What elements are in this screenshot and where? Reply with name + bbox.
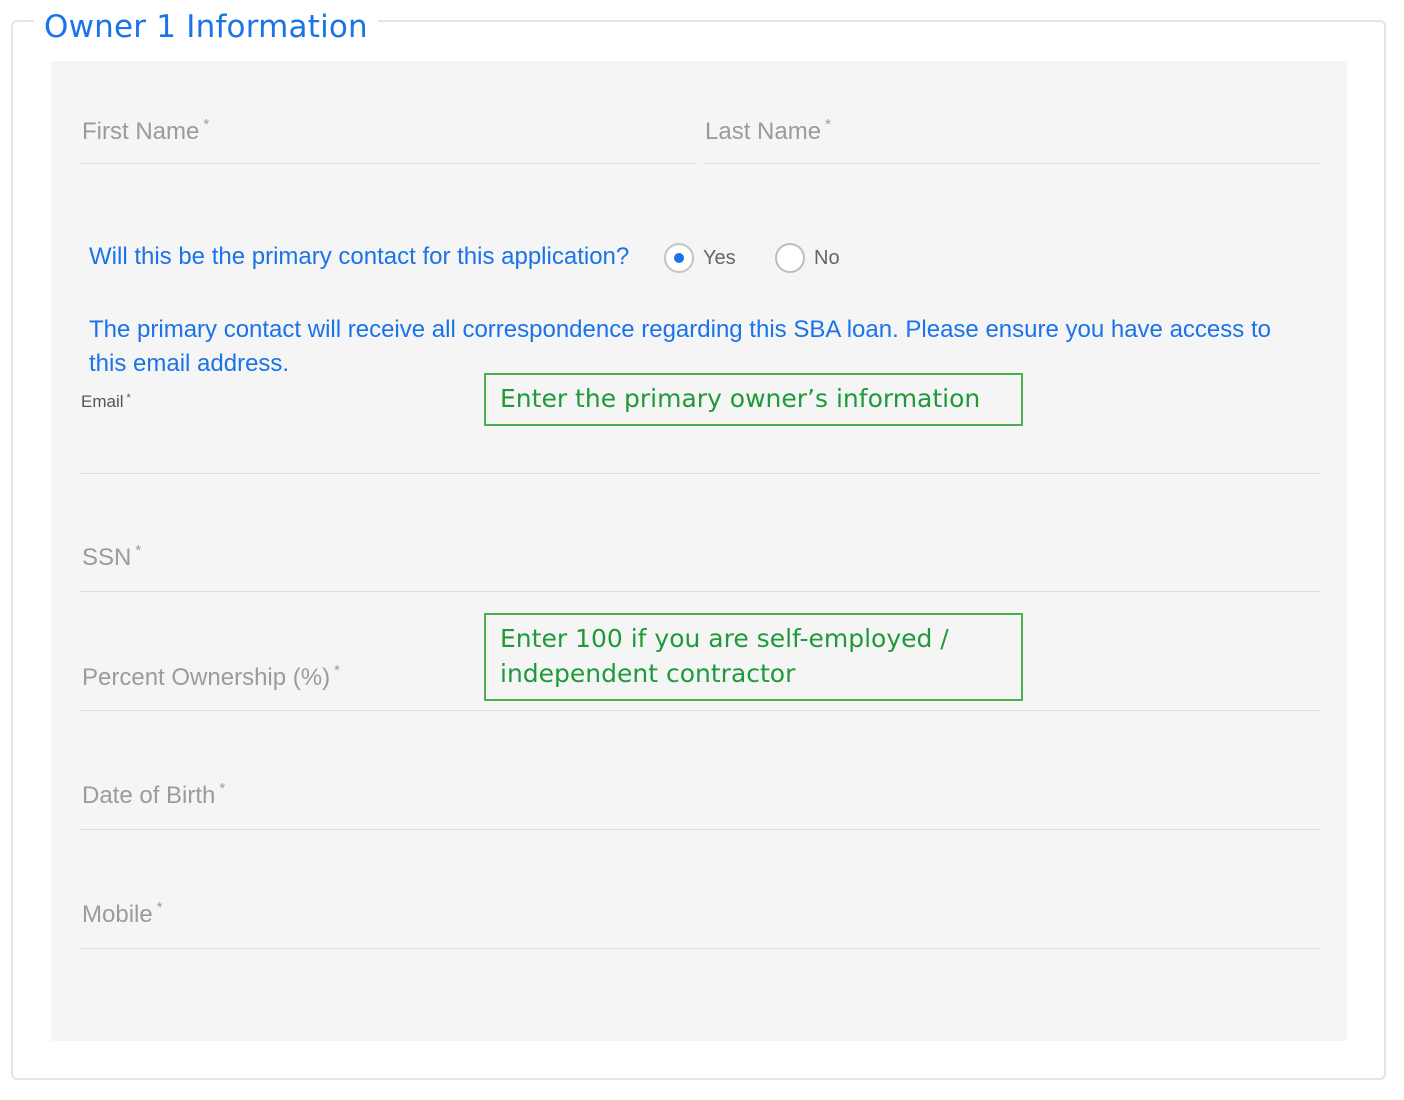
primary-contact-question: Will this be the primary contact for thi… — [89, 243, 630, 270]
primary-contact-yes-radio[interactable] — [664, 243, 694, 273]
primary-contact-no-radio[interactable] — [775, 243, 805, 273]
date-of-birth-field[interactable]: Date of Birth * — [80, 768, 1320, 830]
percent-ownership-label: Percent Ownership (%) * — [82, 662, 340, 691]
primary-contact-no-label[interactable]: No — [814, 247, 840, 270]
mobile-label: Mobile * — [82, 899, 163, 928]
mobile-field[interactable]: Mobile * — [80, 887, 1320, 949]
ownership-callout: Enter 100 if you are self-employed / ind… — [484, 613, 1023, 701]
ssn-label: SSN * — [82, 542, 142, 571]
first-name-label: First Name * — [82, 116, 210, 145]
email-field[interactable] — [80, 418, 1320, 474]
section-title: Owner 1 Information — [34, 6, 378, 48]
date-of-birth-label: Date of Birth * — [82, 780, 226, 809]
first-name-field[interactable]: First Name * — [80, 100, 696, 164]
primary-contact-yes-label[interactable]: Yes — [703, 247, 736, 270]
last-name-field[interactable]: Last Name * — [703, 100, 1320, 164]
ssn-field[interactable]: SSN * — [80, 530, 1320, 592]
owner-info-callout: Enter the primary owner’s information — [484, 373, 1023, 426]
last-name-label: Last Name * — [705, 116, 831, 145]
primary-contact-notice: The primary contact will receive all cor… — [89, 316, 1271, 377]
email-label: Email * — [81, 392, 131, 411]
